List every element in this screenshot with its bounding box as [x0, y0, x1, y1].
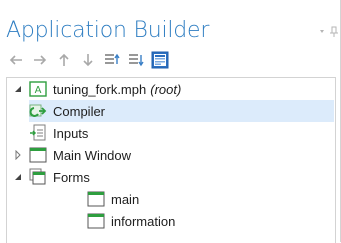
move-up-icon[interactable] [54, 50, 74, 70]
tree-node-form-main[interactable]: main [87, 188, 139, 210]
inputs-icon [29, 124, 47, 142]
tree-node-forms[interactable]: Forms [13, 166, 90, 188]
tree-node-label: information [111, 213, 176, 229]
tree-node-compiler[interactable]: Compiler [29, 100, 334, 122]
application-builder-panel: Application Builder A tuning_fork.mph (r… [0, 0, 341, 243]
expanded-triangle-icon[interactable] [13, 84, 23, 94]
forms-icon [29, 168, 47, 186]
tree-node-label: Inputs [53, 125, 89, 141]
expand-list-icon[interactable] [126, 50, 146, 70]
tree-node-label: main [111, 191, 140, 207]
collapse-list-icon[interactable] [102, 50, 122, 70]
panel-title: Application Builder [6, 18, 210, 43]
tree-node-inputs[interactable]: Inputs [29, 122, 88, 144]
pin-icon [330, 26, 338, 37]
tree-node-form-information[interactable]: information [87, 210, 175, 232]
tree-node-root[interactable]: A tuning_fork.mph (root) [13, 78, 181, 100]
forward-arrow-icon[interactable] [30, 50, 50, 70]
show-tree-icon[interactable] [150, 50, 170, 70]
form-icon [87, 190, 105, 208]
application-badge-icon: A [29, 80, 47, 98]
root-note: (root) [150, 81, 182, 97]
expanded-triangle-icon[interactable] [13, 172, 23, 182]
tree-node-label: Main Window [53, 147, 132, 163]
root-label: tuning_fork.mph [53, 81, 147, 97]
dropdown-arrow-icon [320, 30, 324, 33]
move-down-icon[interactable] [78, 50, 98, 70]
compiler-icon [29, 102, 47, 120]
tree-node-label: Forms [53, 169, 90, 185]
form-icon [87, 212, 105, 230]
tree-node-label: Compiler [53, 103, 106, 119]
svg-text:A: A [35, 85, 42, 96]
collapsed-triangle-icon[interactable] [13, 150, 23, 160]
tree-node-main-window[interactable]: Main Window [13, 144, 131, 166]
panel-header-controls[interactable] [318, 25, 340, 39]
back-arrow-icon[interactable] [6, 50, 26, 70]
builder-toolbar [6, 50, 174, 70]
model-tree: A tuning_fork.mph (root) Compiler Inputs… [6, 77, 336, 243]
window-icon [29, 146, 47, 164]
